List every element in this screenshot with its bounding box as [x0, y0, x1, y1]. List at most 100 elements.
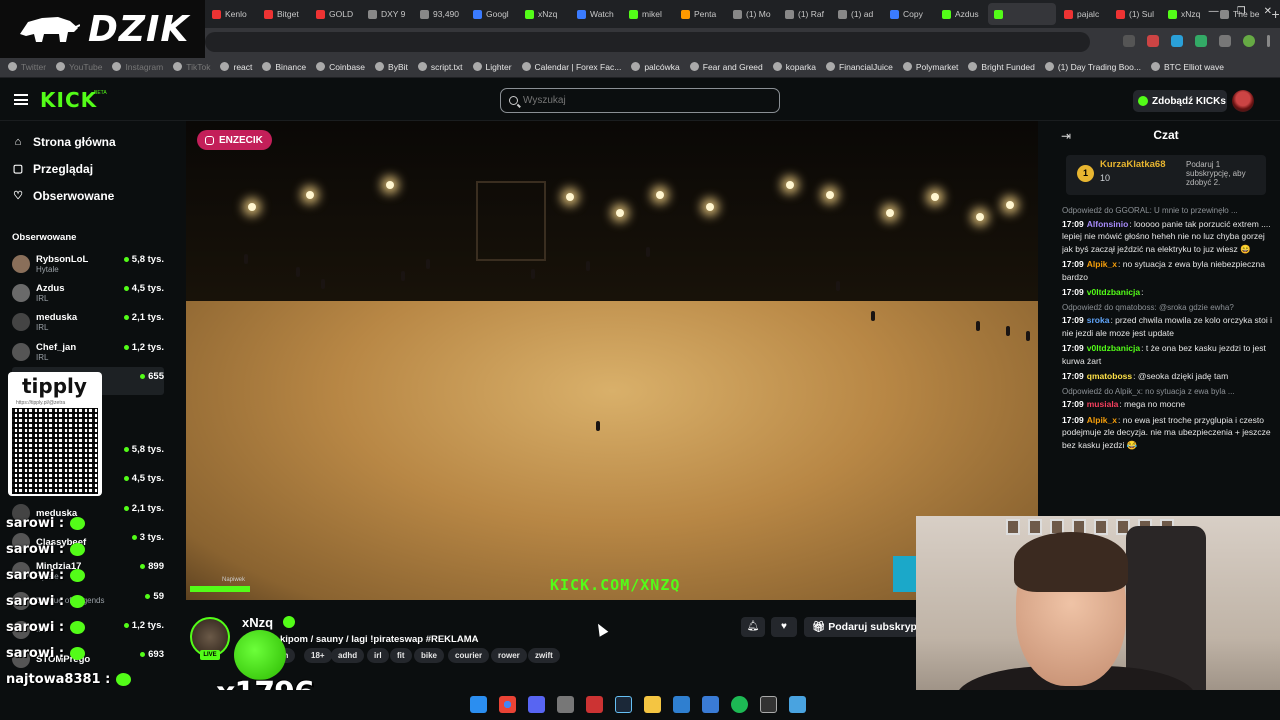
kick-logo[interactable]: KICK [40, 88, 97, 112]
chrome-icon[interactable] [499, 696, 516, 713]
app-icon[interactable] [586, 696, 603, 713]
browser-tab[interactable]: (1) Sul [1110, 3, 1160, 25]
browser-tab[interactable]: 93,490 [414, 3, 465, 25]
browser-tab[interactable]: Bitget [258, 3, 308, 25]
bookmark-item[interactable]: YouTube [56, 62, 102, 72]
bookmark-item[interactable]: Fear and Greed [689, 62, 763, 72]
minimize-button[interactable]: — [1209, 6, 1219, 17]
menu-icon[interactable] [14, 94, 28, 105]
stream-tag[interactable]: fit [390, 648, 412, 663]
bookmark-item[interactable]: Instagram [112, 62, 163, 72]
search-input[interactable] [523, 95, 753, 106]
stream-tag[interactable]: courier [448, 648, 490, 663]
bookmark-item[interactable]: ByBit [375, 62, 408, 72]
bookmark-item[interactable]: Polymarket [902, 62, 958, 72]
browser-tab[interactable]: Penta [675, 3, 725, 25]
browser-tab[interactable]: (1) ad [832, 3, 882, 25]
browser-tab[interactable]: Copy [884, 3, 934, 25]
bookmark-item[interactable]: Coinbase [316, 62, 365, 72]
ccleaner-icon[interactable] [673, 696, 690, 713]
maximize-button[interactable]: ❐ [1237, 6, 1246, 17]
stream-tag[interactable]: irl [367, 648, 389, 663]
message-username[interactable]: sroka [1087, 315, 1110, 325]
chat-message[interactable]: Odpowiedź do GGORAL: U mnie to przewinęł… [1062, 205, 1272, 255]
video-player[interactable] [186, 121, 1038, 600]
sidebar-nav-item[interactable]: ▢ Przeglądaj [12, 162, 93, 176]
windows-start-icon[interactable] [470, 696, 487, 713]
chat-message[interactable]: Odpowiedź do Alpik_x: no sytuacja z ewa … [1062, 386, 1272, 411]
message-username[interactable]: v0ltdzbanicja [1087, 287, 1140, 297]
app-icon[interactable] [760, 696, 777, 713]
puzzle-icon[interactable] [1219, 35, 1231, 47]
bookmark-item[interactable]: TikTok [173, 62, 210, 72]
followed-channel[interactable]: meduska IRL 2,1 tys. [12, 308, 164, 336]
close-window-button[interactable]: ✕ [1264, 6, 1272, 17]
message-username[interactable]: Alpik_x [1087, 415, 1117, 425]
browser-tab[interactable]: Googl [467, 3, 517, 25]
stream-tag[interactable]: 18+ [304, 648, 332, 663]
stream-tag[interactable]: adhd [331, 648, 365, 663]
new-tab-button[interactable]: + [1272, 6, 1280, 22]
extension-icon[interactable] [1195, 35, 1207, 47]
notification-bell-button[interactable]: 🔔︎ [741, 617, 765, 637]
message-username[interactable]: Alpik_x [1087, 259, 1117, 269]
extension-icon[interactable] [1147, 35, 1159, 47]
app-icon[interactable] [557, 696, 574, 713]
get-kicks-button[interactable]: Zdobądź KICKs [1133, 90, 1227, 112]
star-icon[interactable] [1123, 35, 1135, 47]
browser-tab[interactable]: Azdus [936, 3, 986, 25]
notepad-icon[interactable] [789, 696, 806, 713]
message-username[interactable]: musiala [1087, 399, 1119, 409]
browser-tab[interactable]: Kenlo [206, 3, 256, 25]
bookmark-item[interactable]: Twitter [8, 62, 46, 72]
followed-channel[interactable]: RybsonLoL Hytale 5,8 tys. [12, 250, 164, 278]
bookmark-item[interactable]: script.txt [417, 62, 463, 72]
browser-tab[interactable]: xNzq [519, 3, 569, 25]
profile-icon[interactable] [1243, 35, 1255, 47]
pinned-username[interactable]: KurzaKlatka68 [1100, 159, 1165, 170]
bookmark-item[interactable]: Lighter [472, 62, 512, 72]
browser-tab[interactable]: DXY 9 [362, 3, 412, 25]
bookmark-item[interactable]: react [220, 62, 252, 72]
message-username[interactable]: Alfonsinio [1087, 219, 1129, 229]
menu-icon[interactable] [1267, 35, 1270, 47]
chat-message[interactable]: 17:09 v0ltdzbanicja: [1062, 286, 1272, 299]
spotify-icon[interactable] [731, 696, 748, 713]
stream-tag[interactable]: bike [414, 648, 445, 663]
bookmark-item[interactable]: (1) Day Trading Boo... [1044, 62, 1141, 72]
folder-icon[interactable] [644, 696, 661, 713]
discord-icon[interactable] [528, 696, 545, 713]
bookmark-item[interactable]: BTC Elliot wave [1150, 62, 1224, 72]
bookmark-item[interactable]: Bright Funded [968, 62, 1035, 72]
extension-icon[interactable] [1171, 35, 1183, 47]
message-username[interactable]: v0ltdzbanicja [1087, 343, 1140, 353]
chat-message[interactable]: 17:09 Alpik_x: no sytuacja z ewa byla nie… [1062, 258, 1272, 283]
chat-message[interactable]: 17:09 Alpik_x: no ewa jest troche przyglu… [1062, 414, 1272, 452]
collapse-chat-icon[interactable]: ⇥ [1061, 129, 1071, 143]
sidebar-nav-item[interactable]: ♡ Obserwowane [12, 189, 114, 203]
bookmark-item[interactable]: Binance [262, 62, 306, 72]
chat-message[interactable]: 17:09 qmatoboss: @seoka dzięki jadę tam [1062, 370, 1272, 383]
browser-tab[interactable]: Watch [571, 3, 621, 25]
bookmark-item[interactable]: koparka [772, 62, 816, 72]
pinned-message[interactable]: Podaruj 1 subskrypcję, aby zdobyć 2. [1186, 160, 1266, 187]
browser-tab[interactable]: xNzq [1162, 3, 1212, 25]
message-username[interactable]: qmatoboss [1087, 371, 1132, 381]
user-avatar[interactable] [1232, 90, 1254, 112]
search-box[interactable] [500, 88, 780, 113]
browser-tab[interactable]: mikel [623, 3, 673, 25]
sidebar-nav-item[interactable]: ⌂ Strona główna [12, 135, 116, 149]
streamer-name[interactable]: xNzq [242, 615, 273, 630]
gift-subscription-button[interactable]: 🎁︎ Podaruj subskryp [804, 617, 918, 637]
bookmark-item[interactable]: Calendar | Forex Fac... [521, 62, 621, 72]
bookmark-item[interactable]: palcówka [631, 62, 680, 72]
chat-message[interactable]: Odpowiedź do qmatoboss: @sroka gdzie ewh… [1062, 302, 1272, 340]
browser-tab[interactable]: (1) Mo [727, 3, 777, 25]
steam-icon[interactable] [615, 696, 632, 713]
browser-tab[interactable]: GOLD [310, 3, 360, 25]
follow-heart-button[interactable]: ♥ [771, 617, 797, 637]
followed-channel[interactable]: Chef_jan IRL 1,2 tys. [12, 338, 164, 366]
followed-channel[interactable]: Azdus IRL 4,5 tys. [12, 279, 164, 307]
app-icon[interactable] [702, 696, 719, 713]
bookmark-item[interactable]: FinancialJuice [826, 62, 893, 72]
